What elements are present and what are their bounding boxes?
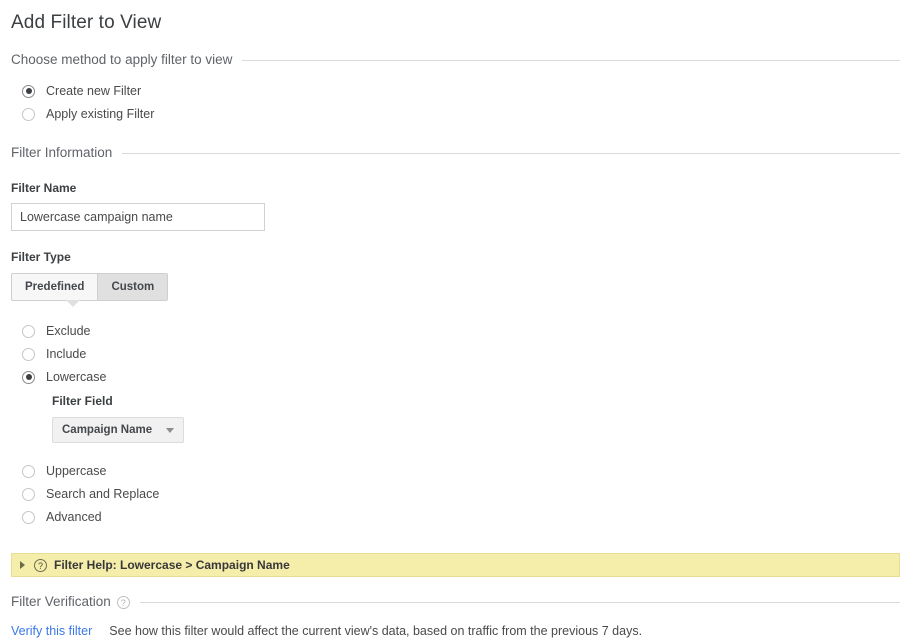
radio-label-advanced: Advanced <box>46 509 102 525</box>
radio-lowercase[interactable]: Lowercase <box>22 366 911 388</box>
radio-mark-icon <box>22 85 35 98</box>
section-divider <box>242 60 900 61</box>
add-filter-to-view-page: Add Filter to View Choose method to appl… <box>0 0 911 604</box>
radio-mark-icon <box>22 108 35 121</box>
radio-search-and-replace[interactable]: Search and Replace <box>22 483 911 505</box>
radio-label-include: Include <box>46 346 86 362</box>
radio-create-new-filter[interactable]: Create new Filter <box>22 80 911 102</box>
radio-label-exclude: Exclude <box>46 323 90 339</box>
choose-method-heading: Choose method to apply filter to view <box>11 51 232 69</box>
filter-field-block: Filter Field Campaign Name <box>22 393 911 443</box>
filter-name-input[interactable] <box>11 203 265 231</box>
method-radio-group: Create new Filter Apply existing Filter <box>0 80 911 125</box>
filter-field-label: Filter Field <box>52 393 911 409</box>
radio-advanced[interactable]: Advanced <box>22 506 911 528</box>
filter-help-text: Filter Help: Lowercase > Campaign Name <box>54 558 290 572</box>
chevron-down-icon <box>166 428 174 433</box>
radio-include[interactable]: Include <box>22 343 911 365</box>
filter-information-heading: Filter Information <box>11 144 112 162</box>
radio-label-search-and-replace: Search and Replace <box>46 486 159 502</box>
section-divider <box>122 153 900 154</box>
radio-mark-icon <box>22 488 35 501</box>
filter-field-dropdown[interactable]: Campaign Name <box>52 417 184 443</box>
filter-type-radio-group: Exclude Include Lowercase Filter Field C… <box>0 320 911 528</box>
radio-mark-icon <box>22 325 35 338</box>
filter-information-section-header: Filter Information <box>0 144 911 162</box>
choose-method-section-header: Choose method to apply filter to view <box>0 51 911 69</box>
filter-help-bar[interactable]: ? Filter Help: Lowercase > Campaign Name <box>11 553 900 577</box>
question-mark-icon[interactable]: ? <box>117 596 130 609</box>
radio-label-create-new-filter: Create new Filter <box>46 83 141 99</box>
radio-label-lowercase: Lowercase <box>46 369 106 385</box>
tab-active-caret-icon <box>66 300 80 307</box>
radio-label-uppercase: Uppercase <box>46 463 106 479</box>
verification-description: See how this filter would affect the cur… <box>109 624 642 638</box>
radio-mark-icon <box>22 371 35 384</box>
section-divider <box>140 602 900 603</box>
radio-mark-icon <box>22 348 35 361</box>
triangle-right-icon <box>20 561 25 569</box>
filter-type-tabs: Predefined Custom <box>11 273 168 301</box>
radio-apply-existing-filter[interactable]: Apply existing Filter <box>22 103 911 125</box>
tab-predefined[interactable]: Predefined <box>12 274 97 300</box>
radio-mark-icon <box>22 465 35 478</box>
question-mark-icon: ? <box>34 559 47 572</box>
radio-mark-icon <box>22 511 35 524</box>
filter-type-label: Filter Type <box>0 249 911 265</box>
filter-name-label: Filter Name <box>0 180 911 196</box>
filter-verification-heading: Filter Verification <box>11 593 111 611</box>
verification-row: Verify this filter See how this filter w… <box>0 624 911 638</box>
radio-exclude[interactable]: Exclude <box>22 320 911 342</box>
verify-this-filter-link[interactable]: Verify this filter <box>11 624 92 638</box>
page-title: Add Filter to View <box>0 0 911 35</box>
radio-uppercase[interactable]: Uppercase <box>22 460 911 482</box>
tab-custom[interactable]: Custom <box>97 274 167 300</box>
filter-field-selected-value: Campaign Name <box>62 424 152 436</box>
filter-verification-section-header: Filter Verification ? <box>0 593 911 611</box>
radio-label-apply-existing-filter: Apply existing Filter <box>46 106 154 122</box>
